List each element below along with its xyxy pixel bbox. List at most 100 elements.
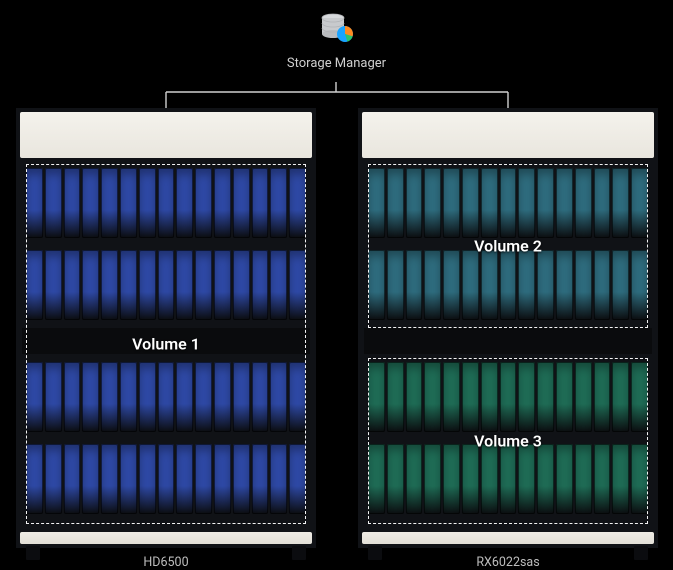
drive-slot bbox=[518, 250, 535, 320]
drive-slot bbox=[120, 444, 137, 514]
drive-slot bbox=[270, 362, 287, 432]
drive-slot bbox=[289, 168, 306, 238]
drive-slot bbox=[270, 250, 287, 320]
drive-slot bbox=[195, 444, 212, 514]
drive-slot bbox=[500, 250, 517, 320]
drive-slot bbox=[612, 362, 629, 432]
drive-slot bbox=[289, 362, 306, 432]
drive-slot bbox=[233, 362, 250, 432]
drive-slot bbox=[270, 444, 287, 514]
drive-slot bbox=[45, 444, 62, 514]
drive-slot bbox=[556, 362, 573, 432]
drive-slot bbox=[443, 250, 460, 320]
drive-slot bbox=[139, 250, 156, 320]
drive-slot bbox=[481, 250, 498, 320]
drive-slot bbox=[594, 362, 611, 432]
drive-slot bbox=[233, 250, 250, 320]
drive-slot bbox=[462, 250, 479, 320]
device-rx6022sas: Volume 2 Volume 3 bbox=[358, 108, 658, 548]
drive-slot bbox=[406, 444, 423, 514]
drive-slot bbox=[518, 168, 535, 238]
drive-slot bbox=[176, 168, 193, 238]
drive-slot bbox=[158, 168, 175, 238]
drive-slot bbox=[82, 250, 99, 320]
drive-slot bbox=[176, 362, 193, 432]
drive-row bbox=[22, 440, 310, 518]
drive-slot bbox=[575, 168, 592, 238]
device-top-panel bbox=[20, 112, 312, 158]
drive-row bbox=[364, 246, 652, 324]
drive-bay-area bbox=[22, 164, 310, 528]
drive-slot bbox=[481, 362, 498, 432]
drive-row bbox=[364, 164, 652, 242]
drive-slot bbox=[406, 250, 423, 320]
drive-slot bbox=[176, 444, 193, 514]
drive-slot bbox=[443, 444, 460, 514]
drive-slot bbox=[443, 362, 460, 432]
drive-slot bbox=[424, 444, 441, 514]
drive-slot bbox=[252, 362, 269, 432]
drive-slot bbox=[139, 362, 156, 432]
drive-slot bbox=[82, 444, 99, 514]
drive-slot bbox=[64, 444, 81, 514]
drive-row bbox=[364, 358, 652, 436]
drive-slot bbox=[424, 250, 441, 320]
device-caption: HD6500 bbox=[16, 555, 316, 570]
drive-slot bbox=[387, 168, 404, 238]
drive-slot bbox=[214, 444, 231, 514]
drive-slot bbox=[612, 168, 629, 238]
drive-slot bbox=[158, 362, 175, 432]
drive-slot bbox=[120, 250, 137, 320]
drive-slot bbox=[139, 168, 156, 238]
drive-slot bbox=[195, 362, 212, 432]
drive-slot bbox=[575, 362, 592, 432]
device-bottom-lip bbox=[362, 532, 654, 544]
drive-bay-area bbox=[364, 164, 652, 528]
drive-slot bbox=[26, 250, 43, 320]
drive-slot bbox=[214, 250, 231, 320]
drive-slot bbox=[64, 250, 81, 320]
drive-slot bbox=[575, 250, 592, 320]
drive-slot bbox=[101, 444, 118, 514]
drive-slot bbox=[158, 444, 175, 514]
drive-slot bbox=[233, 168, 250, 238]
drive-slot bbox=[556, 168, 573, 238]
drive-slot bbox=[64, 362, 81, 432]
drive-slot bbox=[270, 168, 287, 238]
drive-slot bbox=[26, 168, 43, 238]
drive-row bbox=[364, 440, 652, 518]
drive-slot bbox=[462, 444, 479, 514]
drive-slot bbox=[252, 444, 269, 514]
device-hd6500: Volume 1 bbox=[16, 108, 316, 548]
drive-slot bbox=[176, 250, 193, 320]
drive-slot bbox=[120, 168, 137, 238]
drive-slot bbox=[158, 250, 175, 320]
drive-slot bbox=[406, 168, 423, 238]
drive-slot bbox=[252, 250, 269, 320]
drive-slot bbox=[368, 168, 385, 238]
drive-slot bbox=[537, 168, 554, 238]
drive-slot bbox=[214, 168, 231, 238]
drive-slot bbox=[387, 250, 404, 320]
drive-slot bbox=[518, 444, 535, 514]
drive-slot bbox=[26, 444, 43, 514]
drive-slot bbox=[500, 444, 517, 514]
drive-slot bbox=[387, 444, 404, 514]
drive-slot bbox=[195, 250, 212, 320]
drive-slot bbox=[101, 362, 118, 432]
drive-slot bbox=[233, 444, 250, 514]
drive-slot bbox=[82, 362, 99, 432]
device-bottom-lip bbox=[20, 532, 312, 544]
drive-slot bbox=[387, 362, 404, 432]
drive-slot bbox=[368, 250, 385, 320]
device-caption: RX6022sas bbox=[358, 555, 658, 570]
drive-slot bbox=[139, 444, 156, 514]
drive-slot bbox=[424, 362, 441, 432]
drive-slot bbox=[45, 250, 62, 320]
drive-slot bbox=[518, 362, 535, 432]
drive-slot bbox=[424, 168, 441, 238]
drive-row bbox=[22, 246, 310, 324]
chassis-midbar bbox=[364, 328, 652, 354]
drive-slot bbox=[101, 250, 118, 320]
drive-slot bbox=[612, 250, 629, 320]
